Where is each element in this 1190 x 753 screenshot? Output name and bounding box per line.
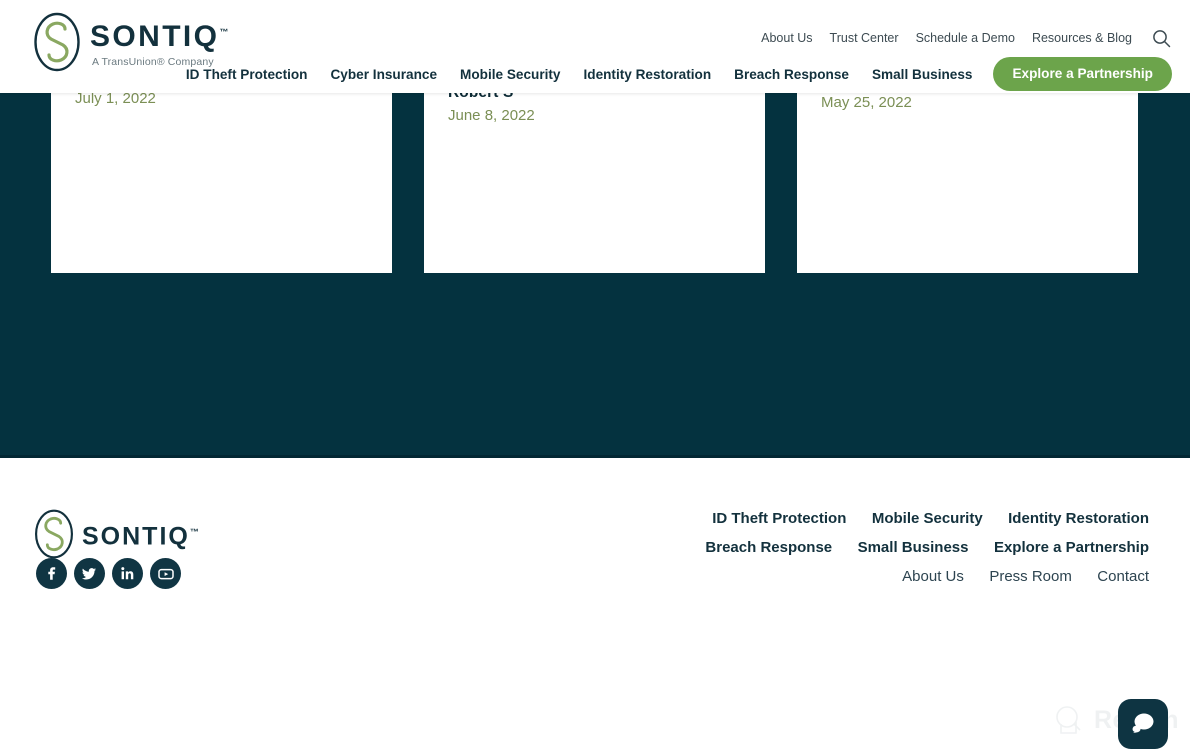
twitter-glyph xyxy=(81,568,96,580)
facebook-glyph xyxy=(48,567,56,580)
logo-wordmark: SONTIQ™ xyxy=(90,20,229,53)
chat-bubble-button[interactable] xyxy=(1118,699,1168,749)
trademark-symbol: ™ xyxy=(219,27,229,37)
footer-link-press-room[interactable]: Press Room xyxy=(989,568,1072,585)
trademark-symbol: ™ xyxy=(189,526,199,537)
footer-link-explore-a-partnership[interactable]: Explore a Partnership xyxy=(994,539,1149,556)
testimonial-date: June 8, 2022 xyxy=(448,106,535,124)
nav-item-small-business[interactable]: Small Business xyxy=(872,67,973,82)
footer-link-columns: ID Theft Protection Mobile Security Iden… xyxy=(449,510,1149,586)
nav-item-identity-restoration[interactable]: Identity Restoration xyxy=(583,67,711,82)
page-root: thankful for IdentityForce and their wor… xyxy=(0,0,1190,753)
linkedin-icon[interactable] xyxy=(112,558,143,589)
main-nav: ID Theft Protection Cyber Insurance Mobi… xyxy=(186,57,1172,91)
nav-item-cyber-insurance[interactable]: Cyber Insurance xyxy=(330,67,437,82)
twitter-icon[interactable] xyxy=(74,558,105,589)
utility-nav-item-resources-blog[interactable]: Resources & Blog xyxy=(1032,31,1132,45)
search-icon[interactable] xyxy=(1150,27,1172,49)
chat-bubble-icon xyxy=(1132,713,1154,733)
utility-nav: About Us Trust Center Schedule a Demo Re… xyxy=(761,27,1172,49)
testimonial-date: May 25, 2022 xyxy=(821,94,912,111)
nav-item-mobile-security[interactable]: Mobile Security xyxy=(460,67,560,82)
linkedin-glyph xyxy=(121,567,134,580)
site-header: SONTIQ™ A TransUnion® Company About Us T… xyxy=(0,0,1190,93)
nav-item-id-theft-protection[interactable]: ID Theft Protection xyxy=(186,67,308,82)
footer-logo[interactable]: SONTIQ™ xyxy=(34,508,199,560)
youtube-glyph xyxy=(157,568,174,579)
footer-link-mobile-security[interactable]: Mobile Security xyxy=(872,510,983,527)
explore-partnership-button[interactable]: Explore a Partnership xyxy=(993,57,1172,91)
nav-item-breach-response[interactable]: Breach Response xyxy=(734,67,849,82)
footer-link-contact[interactable]: Contact xyxy=(1097,568,1149,585)
footer-logo-wordmark: SONTIQ™ xyxy=(82,522,199,551)
facebook-icon[interactable] xyxy=(36,558,67,589)
utility-nav-item-trust-center[interactable]: Trust Center xyxy=(830,31,899,45)
footer-link-row: ID Theft Protection Mobile Security Iden… xyxy=(449,510,1149,528)
sontiq-s-mark-icon xyxy=(35,509,73,559)
utility-nav-item-about-us[interactable]: About Us xyxy=(761,31,812,45)
footer-link-breach-response[interactable]: Breach Response xyxy=(705,539,832,556)
search-glyph xyxy=(1152,29,1170,47)
footer-link-about-us[interactable]: About Us xyxy=(902,568,964,585)
social-links xyxy=(36,558,181,589)
youtube-icon[interactable] xyxy=(150,558,181,589)
footer-link-id-theft-protection[interactable]: ID Theft Protection xyxy=(712,510,846,527)
footer-link-identity-restoration[interactable]: Identity Restoration xyxy=(1008,510,1149,527)
utility-nav-item-schedule-a-demo[interactable]: Schedule a Demo xyxy=(916,31,1015,45)
sontiq-s-mark-icon xyxy=(34,12,80,72)
footer-link-row: Breach Response Small Business Explore a… xyxy=(449,539,1149,557)
site-footer: SONTIQ™ ID Theft Protection Mobile Secur… xyxy=(0,458,1190,753)
footer-link-small-business[interactable]: Small Business xyxy=(858,539,969,556)
footer-link-row: About Us Press Room Contact xyxy=(449,568,1149,586)
